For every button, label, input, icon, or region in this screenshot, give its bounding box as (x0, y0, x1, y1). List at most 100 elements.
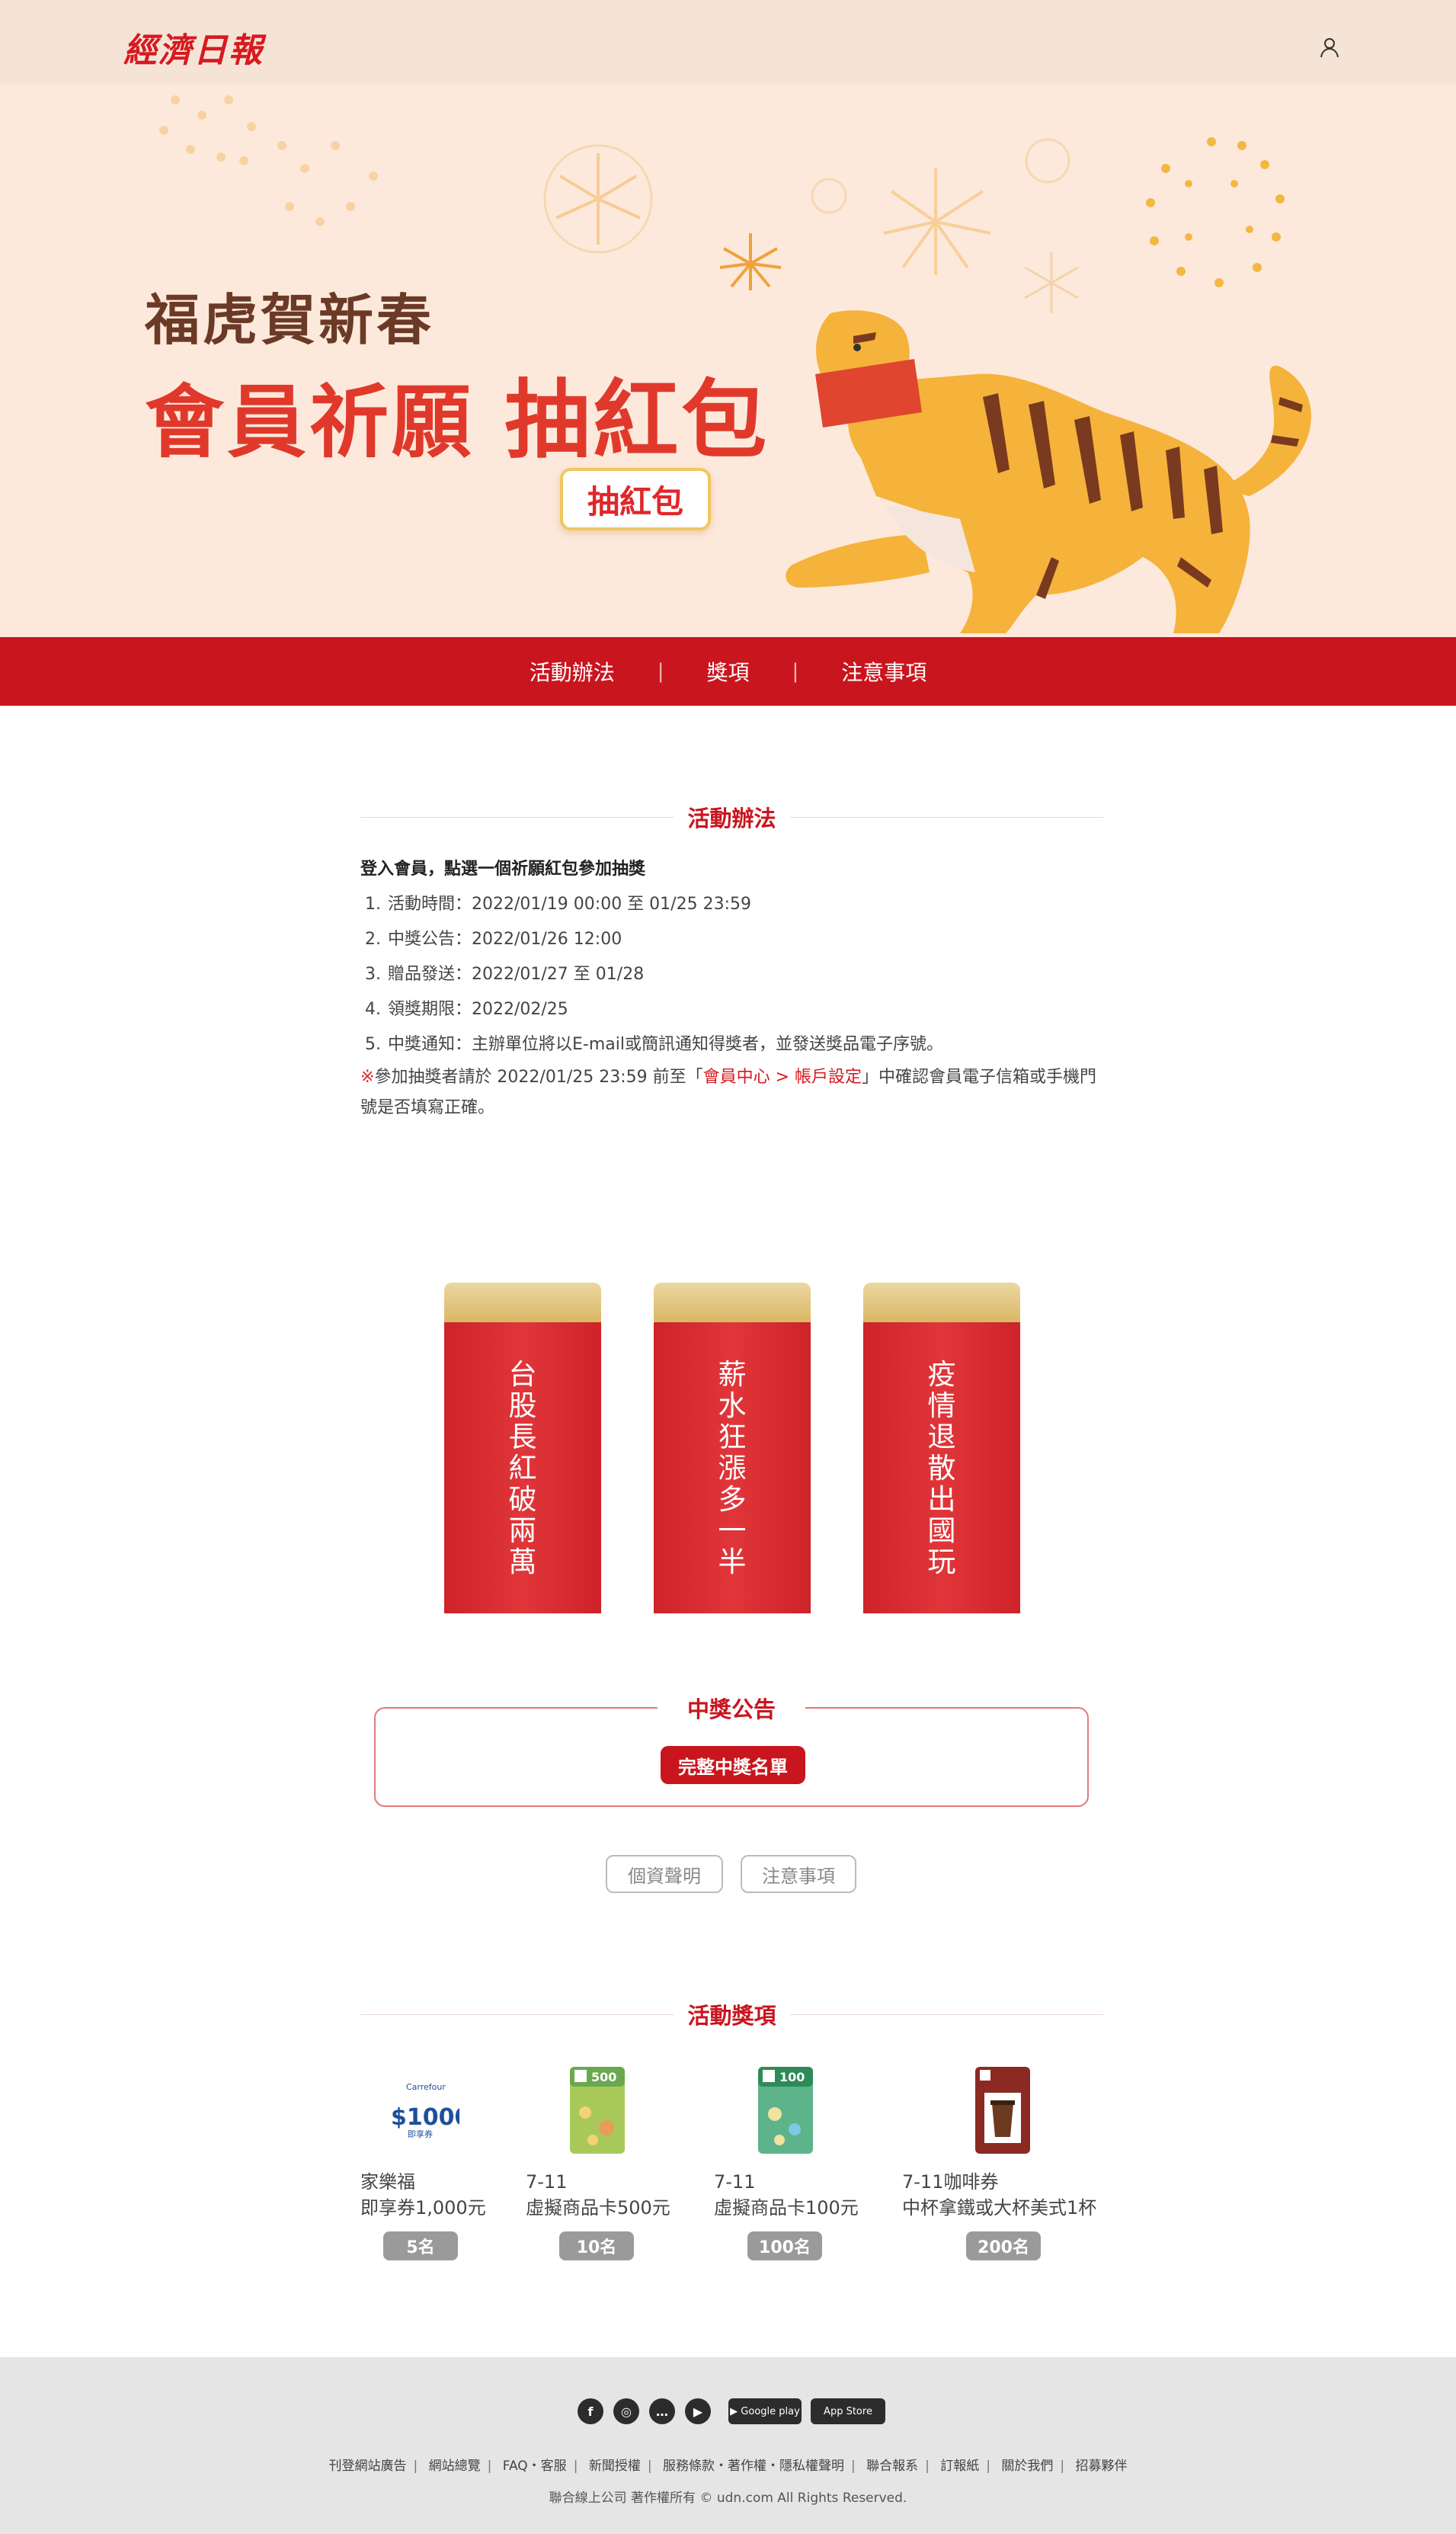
divider (789, 816, 1104, 818)
footer-link[interactable]: 訂報紙 (940, 2459, 979, 2474)
card-amount: 100 (779, 2070, 805, 2084)
envelope-char: 玩 (927, 1546, 956, 1578)
envelope-char: 半 (718, 1546, 747, 1578)
footer-link[interactable]: 服務條款・著作權・隱私權聲明 (663, 2459, 844, 2474)
nav-item-prizes[interactable]: 獎項 (664, 656, 792, 687)
site-footer: f ◎ … ▶ ▶ Google play App Store 刊登網站廣告 | … (0, 2357, 1456, 2534)
envelope-char: 狂 (718, 1421, 747, 1453)
footer-link[interactable]: 招募夥伴 (1076, 2459, 1128, 2474)
hero-title-main: 會員祈願 (145, 376, 475, 469)
instagram-icon[interactable]: ◎ (613, 2398, 639, 2424)
envelope-char: 多 (718, 1483, 747, 1516)
envelope-char: 紅 (508, 1452, 537, 1485)
prize-quantity-badge: 200名 (966, 2231, 1041, 2260)
list-number: 2. (365, 930, 381, 949)
rules-content: 登入會員，點選一個祈願紅包參加抽獎 1. 活動時間：2022/01/19 00:0… (360, 852, 1103, 1123)
footer-links: 刊登網站廣告 | 網站總覽 | FAQ・客服 | 新聞授權 | 服務條款・著作權・隱私權… (0, 2455, 1456, 2474)
footer-link[interactable]: 新聞授權 (589, 2459, 641, 2474)
divider (360, 816, 674, 818)
prize-quantity-badge: 100名 (747, 2231, 822, 2260)
tiger-illustration (786, 310, 1311, 633)
rules-note: ※參加抽獎者請於 2022/01/25 23:59 前至「會員中心 > 帳戶設定… (360, 1062, 1103, 1123)
envelope-char: 長 (508, 1421, 537, 1453)
list-item: 3. 贈品發送：2022/01/27 至 01/28 (360, 957, 1103, 992)
footer-separator: | (986, 2459, 990, 2474)
winner-announcement-box: 中獎公告 完整中獎名單 (374, 1692, 1089, 1807)
list-number: 4. (365, 1000, 381, 1019)
winner-heading: 中獎公告 (658, 1692, 805, 1724)
youtube-icon[interactable]: ▶ (685, 2398, 711, 2424)
prize-line2: 虛擬商品卡500元 (526, 2197, 670, 2218)
user-icon[interactable] (1320, 37, 1339, 58)
footer-link[interactable]: FAQ・客服 (503, 2459, 567, 2474)
prize-line1: 7-11 (526, 2171, 568, 2193)
prize-name: 7-11 虛擬商品卡100元 (714, 2169, 859, 2221)
google-play-icon[interactable]: ▶ Google play (728, 2398, 802, 2424)
divider (789, 2013, 1104, 2015)
envelope-char: 散 (927, 1452, 956, 1485)
envelope-char: 水 (718, 1389, 747, 1422)
envelope-flap (654, 1283, 811, 1322)
list-text: 贈品發送：2022/01/27 至 01/28 (388, 965, 645, 984)
app-store-icon[interactable]: App Store (811, 2398, 885, 2424)
prize-quantity-badge: 5名 (383, 2231, 458, 2260)
envelope-flap (444, 1283, 601, 1322)
carrefour-amount: $1000 (391, 2104, 459, 2131)
rules-lead: 登入會員，點選一個祈願紅包參加抽獎 (360, 860, 646, 879)
footer-link[interactable]: 關於我們 (1001, 2459, 1053, 2474)
top-header: 經濟日報 (0, 0, 1456, 85)
envelope-text: 台股長紅破兩萬 (444, 1359, 601, 1578)
rules-list: 1. 活動時間：2022/01/19 00:00 至 01/25 23:59 2.… (360, 887, 1103, 1062)
site-logo[interactable]: 經濟日報 (123, 23, 264, 72)
envelope-char: 退 (927, 1421, 956, 1453)
list-text: 中獎公告：2022/01/26 12:00 (388, 930, 622, 949)
envelope-char: 國 (927, 1514, 956, 1547)
red-envelope-1[interactable]: 台股長紅破兩萬 (444, 1283, 601, 1613)
red-envelope-3[interactable]: 疫情退散出國玩 (863, 1283, 1020, 1613)
copyright-text: 聯合線上公司 著作權所有 © udn.com All Rights Reserv… (549, 2491, 907, 2506)
note-mark: ※ (360, 1068, 375, 1087)
privacy-statement-button[interactable]: 個資聲明 (606, 1855, 723, 1893)
divider (360, 2013, 674, 2015)
section-nav: 活動辦法 | 獎項 | 注意事項 (0, 637, 1456, 706)
list-number: 1. (365, 895, 381, 914)
envelope-char: 兩 (508, 1514, 537, 1547)
hero-title-strong: 抽紅包 (504, 371, 770, 470)
nav-separator: | (657, 660, 664, 683)
footer-separator: | (487, 2459, 492, 2474)
seven-eleven-card-500-icon: 500 (570, 2067, 625, 2154)
envelope-char: 股 (508, 1389, 537, 1422)
account-settings-link[interactable]: 會員中心 > 帳戶設定 (703, 1068, 862, 1087)
envelope-char: 破 (508, 1483, 537, 1516)
footer-link[interactable]: 聯合報系 (866, 2459, 918, 2474)
prize-line1: 7-11 (714, 2171, 756, 2193)
coffee-voucher-icon (975, 2067, 1030, 2154)
rules-heading: 活動辦法 (360, 802, 1104, 832)
prize-quantity-badge: 10名 (559, 2231, 634, 2260)
envelope-char: 情 (927, 1389, 956, 1422)
prize-line1: 7-11咖啡券 (902, 2171, 999, 2193)
prize-line2: 中杯拿鐵或大杯美式1杯 (902, 2197, 1097, 2218)
line-icon[interactable]: … (649, 2398, 675, 2424)
list-item: 1. 活動時間：2022/01/19 00:00 至 01/25 23:59 (360, 887, 1103, 922)
notice-button[interactable]: 注意事項 (741, 1855, 856, 1893)
footer-link[interactable]: 網站總覽 (429, 2459, 481, 2474)
envelope-char: 漲 (718, 1452, 747, 1485)
envelope-flap (863, 1283, 1020, 1322)
footer-link[interactable]: 刊登網站廣告 (328, 2459, 406, 2474)
draw-red-envelope-button[interactable]: 抽紅包 (560, 468, 711, 530)
nav-item-rules[interactable]: 活動辦法 (487, 656, 658, 687)
footer-separator: | (925, 2459, 930, 2474)
nav-item-notice[interactable]: 注意事項 (798, 656, 969, 687)
envelope-char: 薪 (718, 1358, 747, 1391)
prize-name: 7-11 虛擬商品卡500元 (526, 2169, 670, 2221)
red-envelope-2[interactable]: 薪水狂漲多一半 (654, 1283, 811, 1613)
list-text: 中獎通知：主辦單位將以E-mail或簡訊通知得獎者，並發送獎品電子序號。 (388, 1035, 943, 1054)
facebook-icon[interactable]: f (578, 2398, 603, 2424)
prize-name: 7-11咖啡券 中杯拿鐵或大杯美式1杯 (902, 2169, 1096, 2221)
envelope-char: 疫 (927, 1358, 956, 1391)
envelope-text: 疫情退散出國玩 (863, 1359, 1020, 1578)
envelope-char: 萬 (508, 1546, 537, 1578)
carrefour-voucher-icon: Carrefour $1000 即享券 (383, 2077, 459, 2142)
full-winner-list-button[interactable]: 完整中獎名單 (661, 1746, 805, 1784)
